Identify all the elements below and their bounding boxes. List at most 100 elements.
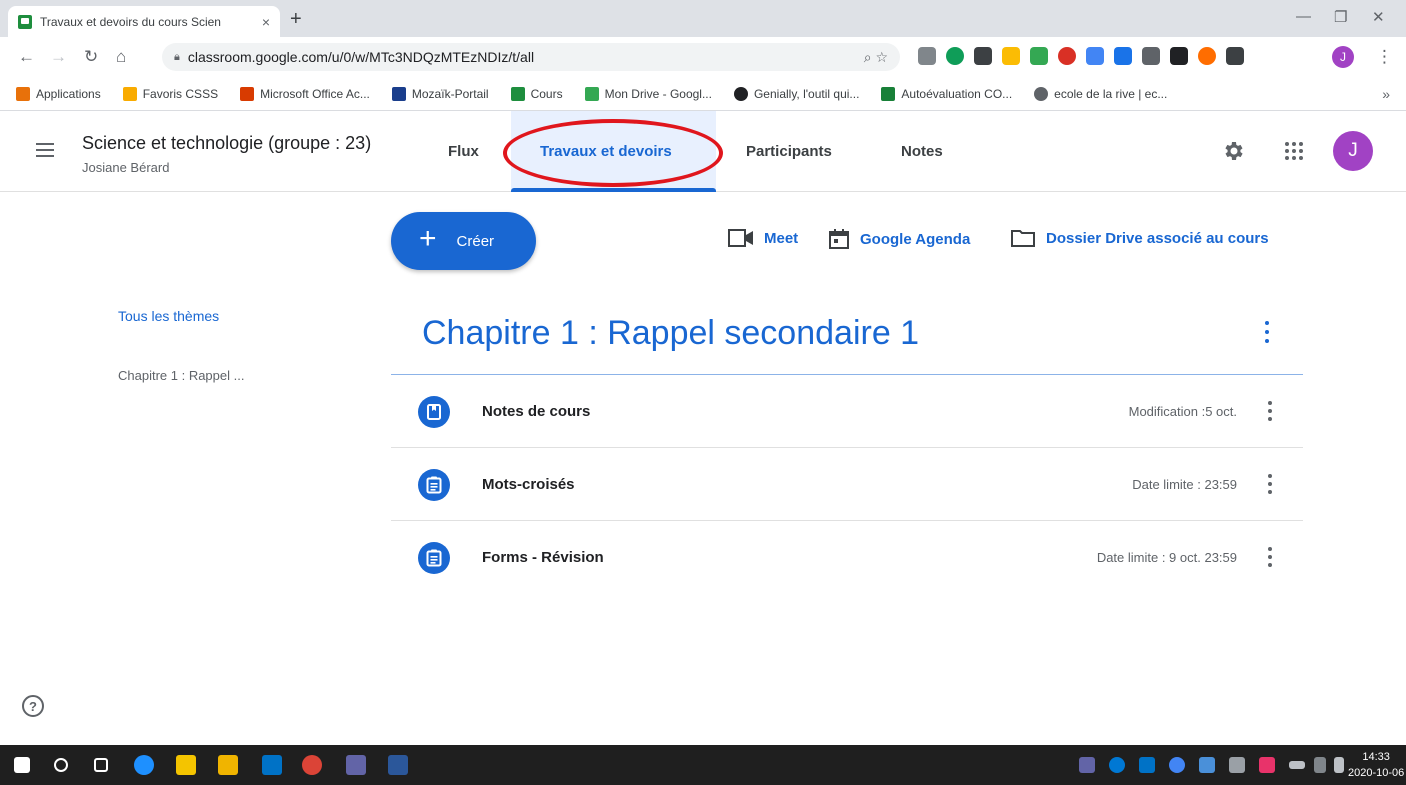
bookmark-item[interactable]: Genially, l'outil qui... [733,86,859,101]
help-icon[interactable]: ? [22,695,44,717]
tab-notes[interactable]: Notes [901,143,943,160]
mozaik-icon [391,86,406,101]
forward-icon[interactable]: → [50,47,67,67]
drive-extension-icon[interactable] [1030,47,1048,65]
chapter-more-icon[interactable] [1264,321,1270,343]
onedrive-icon[interactable] [1109,757,1125,773]
extension-icon[interactable] [946,47,964,65]
bookmark-item[interactable]: Cours [510,86,563,101]
address-bar[interactable]: 🔒︎ classroom.google.com/u/0/w/MTc3NDQzMT… [162,43,900,71]
lock-icon: 🔒︎ [174,50,180,63]
wifi-icon[interactable] [1314,757,1326,773]
extensions-bar [918,47,1244,65]
create-button[interactable]: + Créer [391,212,536,270]
outlook-tray-icon[interactable] [1139,757,1155,773]
translate-extension-icon[interactable] [1086,47,1104,65]
extension-icon[interactable] [1114,47,1132,65]
bookmark-item[interactable]: ecole de la rive | ec... [1034,86,1167,101]
bookmark-item[interactable]: Favoris CSSS [122,86,218,101]
window-close-icon[interactable]: ✕ [1372,8,1385,26]
menu-icon[interactable] [36,143,54,157]
assignment-icon [418,469,450,501]
network-tray-icon[interactable] [1229,757,1245,773]
course-title[interactable]: Science et technologie (groupe : 23) [82,133,371,154]
sidebar-item-all-topics[interactable]: Tous les thèmes [118,308,219,324]
item-title: Mots-croisés [482,476,575,493]
classroom-icon [510,86,525,101]
bookmark-star-icon[interactable]: ⌕ ☆ [864,49,888,66]
tab-participants[interactable]: Participants [746,143,832,160]
bookmark-item[interactable]: Autoévaluation CO... [881,86,1012,101]
item-more-icon[interactable] [1267,401,1273,421]
extension-icon[interactable] [974,47,992,65]
extension-icon[interactable] [918,47,936,65]
active-tab-indicator [511,188,716,192]
browser-toolbar: ← → ↻ ⌂ 🔒︎ classroom.google.com/u/0/w/MT… [0,37,1406,77]
task-view-icon[interactable] [94,758,108,772]
material-icon [418,396,450,428]
teams-icon[interactable] [346,755,366,775]
bookmark-item[interactable]: Applications [16,86,101,101]
drive-folder-link[interactable]: Dossier Drive associé au cours [1010,228,1269,248]
gear-icon[interactable] [1221,139,1245,163]
google-agenda-link[interactable]: Google Agenda [828,228,970,250]
extension-icon[interactable] [1198,47,1216,65]
list-item[interactable]: Mots-croisés Date limite : 23:59 [391,448,1303,521]
tray-icon[interactable] [1199,757,1215,773]
google-apps-icon[interactable] [1285,142,1303,160]
bookmark-item[interactable]: Mon Drive - Googl... [584,86,712,101]
classroom-header: Science et technologie (groupe : 23) Jos… [0,111,1406,192]
item-meta: Date limite : 9 oct. 23:59 [1096,550,1237,565]
edge-icon[interactable] [134,755,154,775]
minimize-icon[interactable]: — [1296,8,1311,25]
browser-menu-icon[interactable]: ⋮ [1376,47,1393,67]
puzzle-icon[interactable] [1226,47,1244,65]
item-more-icon[interactable] [1267,547,1273,567]
reload-icon[interactable]: ↻ [84,47,98,67]
browser-profile-avatar[interactable]: J [1332,46,1354,68]
close-icon[interactable]: × [262,14,270,30]
new-tab-button[interactable]: + [290,8,302,31]
bookmarks-bar: Applications Favoris CSSS Microsoft Offi… [0,77,1406,111]
word-icon[interactable] [388,755,408,775]
account-avatar[interactable]: J [1333,131,1373,171]
calendar-icon [829,229,849,249]
chapter-title: Chapitre 1 : Rappel secondaire 1 [422,314,920,352]
bookmark-item[interactable]: Mozaïk-Portail [391,86,489,101]
sticky-notes-icon[interactable] [176,755,196,775]
browser-tab-active[interactable]: Travaux et devoirs du cours Scien × [8,6,280,37]
folder-icon [1011,230,1035,247]
extension-icon[interactable] [1142,47,1160,65]
tray-icon[interactable] [1259,757,1275,773]
bookmark-item[interactable]: Microsoft Office Ac... [240,86,370,101]
sidebar-item-chapter-1[interactable]: Chapitre 1 : Rappel ... [118,368,244,383]
restore-icon[interactable]: ❐ [1334,8,1347,26]
apps-grid-icon [16,86,30,101]
windows-start-icon[interactable] [14,757,30,773]
list-item[interactable]: Forms - Révision Date limite : 9 oct. 23… [391,521,1303,594]
outlook-icon[interactable] [262,755,282,775]
battery-icon[interactable] [1289,761,1305,769]
tab-flux[interactable]: Flux [448,143,479,160]
item-title: Forms - Révision [482,549,604,566]
chrome-tray-icon[interactable] [1169,757,1185,773]
item-more-icon[interactable] [1267,474,1273,494]
meet-link[interactable]: Meet [728,228,798,248]
bookmarks-overflow-button[interactable]: » [1382,86,1390,102]
file-explorer-icon[interactable] [218,755,238,775]
volume-icon[interactable] [1334,757,1344,773]
home-icon[interactable]: ⌂ [116,47,126,67]
annotation-circle [503,119,723,187]
search-icon[interactable] [54,758,68,772]
adblock-extension-icon[interactable] [1058,47,1076,65]
browser-tab-title: Travaux et devoirs du cours Scien [40,14,221,29]
chrome-icon[interactable] [302,755,322,775]
back-icon[interactable]: ← [18,47,35,67]
windows-taskbar: 14:33 2020-10-06 [0,745,1406,785]
list-item[interactable]: Notes de cours Modification :5 oct. [391,375,1303,448]
system-clock[interactable]: 14:33 2020-10-06 [1348,749,1404,781]
extension-icon[interactable] [1170,47,1188,65]
extension-icon[interactable] [1002,47,1020,65]
teams-tray-icon[interactable] [1079,757,1095,773]
item-title: Notes de cours [482,403,591,420]
